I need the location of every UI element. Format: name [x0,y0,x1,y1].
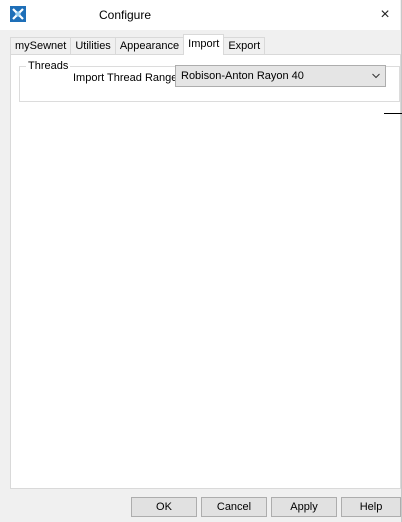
configure-dialog: Configure × mySewnet Utilities Appearanc… [0,0,402,522]
chevron-down-icon [372,73,380,79]
tab-import[interactable]: Import [183,34,225,55]
apply-button[interactable]: Apply [271,497,337,517]
close-icon[interactable]: × [374,4,396,26]
import-tab-panel: Threads Import Thread Range Robison-Anto… [10,54,401,489]
import-thread-range-select[interactable]: Robison-Anton Rayon 40 [175,65,386,87]
dialog-footer: OK Cancel Apply Help [0,494,402,522]
import-thread-range-label: Import Thread Range [73,72,178,84]
tab-utilities[interactable]: Utilities [70,37,116,54]
threads-group-title: Threads [26,60,71,72]
import-thread-range-value: Robison-Anton Rayon 40 [181,70,304,82]
help-button[interactable]: Help [341,497,401,517]
title-bar: Configure × [0,0,400,30]
tab-export[interactable]: Export [223,37,266,54]
window-title: Configure [98,8,152,22]
tab-bar: mySewnet Utilities Appearance Import Exp… [10,34,266,55]
ok-button[interactable]: OK [131,497,197,517]
callout-line [384,113,402,114]
tab-appearance[interactable]: Appearance [114,37,185,54]
cancel-button[interactable]: Cancel [201,497,267,517]
tab-mysewnet[interactable]: mySewnet [10,37,72,54]
